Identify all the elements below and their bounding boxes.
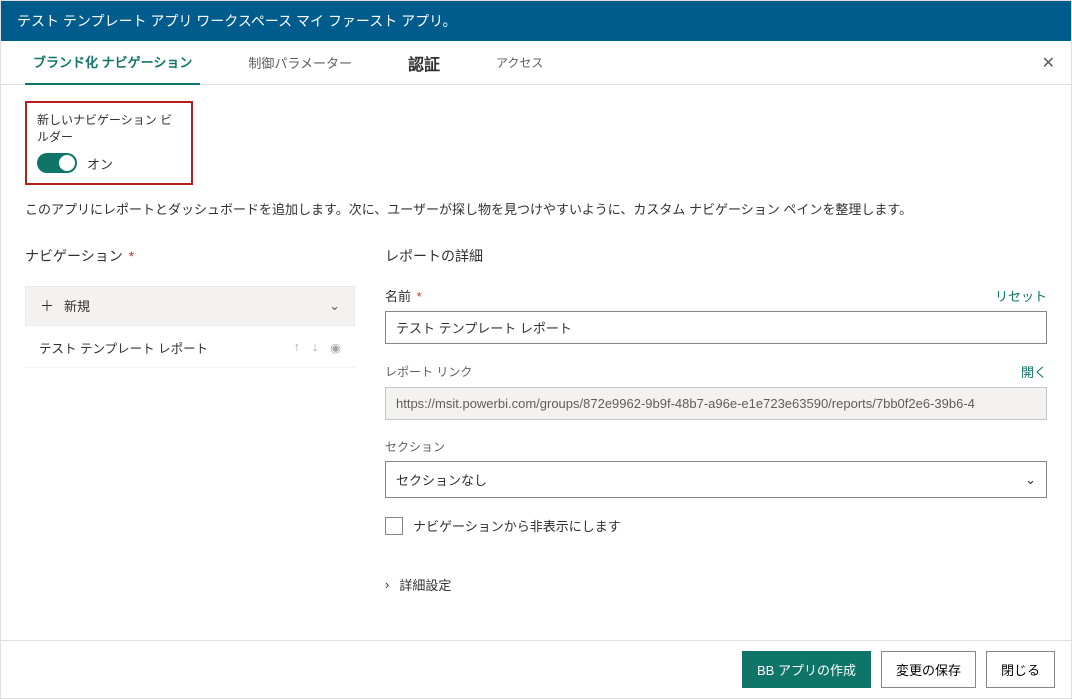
name-label: 名前 (385, 289, 411, 304)
chevron-down-icon: ⌄ (329, 298, 340, 314)
nav-builder-highlight: 新しいナビゲーション ビルダー オン (25, 101, 193, 185)
close-icon[interactable]: ✕ (1042, 53, 1055, 73)
chevron-right-icon: › (385, 577, 389, 592)
navigation-section-title: ナビゲーション * (25, 246, 355, 266)
nav-builder-toggle[interactable] (37, 153, 77, 173)
move-down-icon[interactable]: ↓ (312, 340, 318, 355)
hide-from-nav-checkbox[interactable] (385, 517, 403, 535)
name-input[interactable] (385, 311, 1047, 344)
chevron-down-icon: ⌄ (1025, 472, 1036, 488)
nav-builder-state: オン (87, 154, 113, 173)
reset-link[interactable]: リセット (995, 286, 1047, 305)
tab-control-parameters[interactable]: 制御パラメーター (240, 41, 360, 85)
open-link[interactable]: 開く (1021, 362, 1047, 381)
visibility-icon[interactable]: ◉ (330, 340, 341, 355)
tab-authentication[interactable]: 認証 (400, 41, 448, 85)
dialog-footer: BB アプリの作成 変更の保存 閉じる (1, 640, 1071, 698)
create-app-button[interactable]: BB アプリの作成 (742, 651, 871, 688)
close-button[interactable]: 閉じる (986, 651, 1055, 688)
new-nav-item-button[interactable]: ＋新規 ⌄ (25, 286, 355, 326)
header-title: テスト テンプレート アプリ ワークスペース マイ ファースト アプリ。 (17, 13, 457, 29)
nav-item-label: テスト テンプレート レポート (39, 338, 208, 357)
description-text: このアプリにレポートとダッシュボードを追加します。次に、ユーザーが探し物を見つけ… (25, 199, 1047, 218)
section-select[interactable]: セクションなし ⌄ (385, 461, 1047, 498)
move-up-icon[interactable]: ↑ (294, 340, 300, 355)
hide-from-nav-label: ナビゲーションから非表示にします (413, 516, 621, 535)
tab-branding-navigation[interactable]: ブランド化 ナビゲーション (25, 41, 200, 85)
save-changes-button[interactable]: 変更の保存 (881, 651, 976, 688)
nav-list-item[interactable]: テスト テンプレート レポート ↑ ↓ ◉ (25, 328, 355, 368)
nav-builder-label: 新しいナビゲーション ビルダー (37, 111, 181, 145)
report-link-field: https://msit.powerbi.com/groups/872e9962… (385, 387, 1047, 420)
tab-bar: ブランド化 ナビゲーション 制御パラメーター 認証 アクセス ✕ (1, 41, 1071, 85)
report-link-label: レポート リンク (385, 363, 472, 380)
section-label: セクション (385, 438, 445, 455)
dialog-header: テスト テンプレート アプリ ワークスペース マイ ファースト アプリ。 (1, 1, 1071, 41)
advanced-settings-toggle[interactable]: › 詳細設定 (385, 575, 1047, 594)
tab-access[interactable]: アクセス (488, 41, 551, 85)
plus-icon: ＋ (40, 298, 54, 314)
report-details-title: レポートの詳細 (385, 246, 1047, 266)
